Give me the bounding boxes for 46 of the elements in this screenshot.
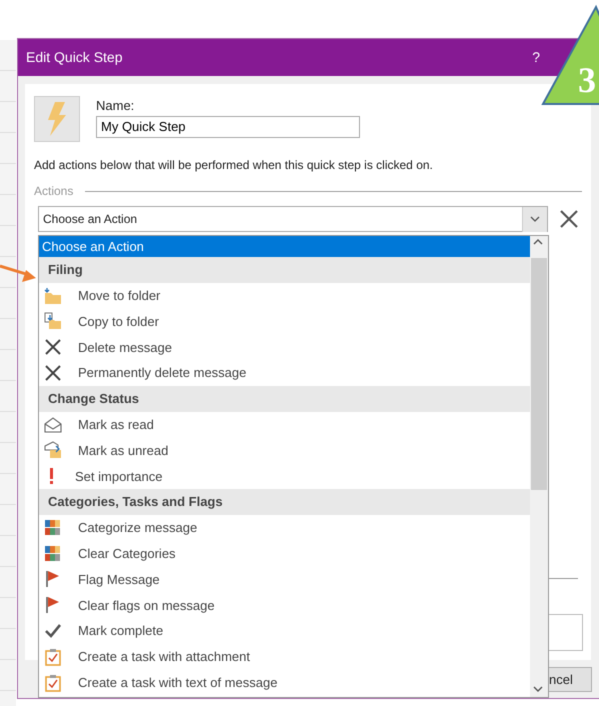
envelope-icon <box>44 441 62 460</box>
dropdown-option[interactable]: Delete message <box>39 334 530 360</box>
dropdown-option[interactable]: Set importance <box>39 463 530 490</box>
dropdown-option[interactable]: Create a task with attachment <box>39 644 530 670</box>
dropdown-option[interactable]: Permanently delete message <box>39 360 530 386</box>
group-header: Filing <box>39 257 530 283</box>
clipboard-icon <box>44 648 62 666</box>
checkmark-icon <box>44 622 62 640</box>
dropdown-value: Choose an Action <box>43 211 138 228</box>
group-header: Categories, Tasks and Flags <box>39 489 530 515</box>
dropdown-option[interactable]: Mark as unread <box>39 438 530 464</box>
dropdown-option[interactable]: Choose an Action <box>39 236 530 257</box>
chevron-down-icon <box>530 216 540 222</box>
window-title: Edit Quick Step <box>26 48 122 67</box>
scrollbar[interactable] <box>530 236 548 697</box>
open-envelope-icon <box>44 416 62 434</box>
scroll-up-icon[interactable] <box>532 238 544 246</box>
close-icon <box>44 364 62 382</box>
instructions-text: Add actions below that will be performed when this quick step is clicked on. <box>34 157 434 174</box>
dropdown-option[interactable]: Categorize message <box>39 514 530 541</box>
step-callout: 3 <box>540 4 599 108</box>
action-dropdown[interactable]: Choose an Action <box>38 206 548 232</box>
group-header: Change Status <box>39 386 530 412</box>
dropdown-button[interactable] <box>522 206 547 232</box>
dropdown-option[interactable]: Flag Message <box>39 566 530 592</box>
scrollbar-thumb[interactable] <box>531 258 547 490</box>
scroll-down-icon[interactable] <box>532 685 544 693</box>
dropdown-option[interactable]: Clear flags on message <box>39 592 530 618</box>
category-grid-icon <box>44 544 62 563</box>
lightning-icon <box>47 102 67 136</box>
dropdown-option[interactable]: Clear Categories <box>39 540 530 567</box>
delete-icon[interactable] <box>560 210 578 228</box>
dropdown-option[interactable]: Mark complete <box>39 618 530 644</box>
close-icon <box>44 338 62 356</box>
dropdown-option[interactable]: Copy to folder <box>39 308 530 334</box>
dropdown-option[interactable]: Move to folder <box>39 282 530 309</box>
exclamation-icon <box>50 468 53 484</box>
folder-copy-icon <box>44 312 62 330</box>
name-input[interactable]: My Quick Step <box>96 116 360 138</box>
name-label: Name: <box>96 97 136 115</box>
dropdown-option[interactable]: Mark as read <box>39 412 530 438</box>
folder-icon <box>44 286 62 305</box>
category-grid-icon <box>44 518 62 537</box>
help-button[interactable]: ? <box>532 47 540 68</box>
clipboard-icon <box>44 674 62 692</box>
actions-label: Actions <box>34 183 74 200</box>
